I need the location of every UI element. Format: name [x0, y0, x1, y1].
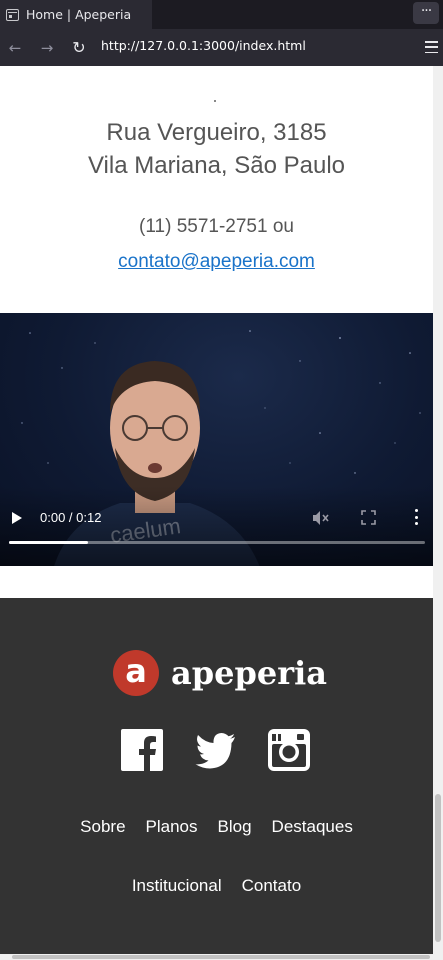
play-icon[interactable]	[10, 511, 24, 525]
video-progress-bar[interactable]	[9, 541, 425, 544]
vertical-scrollbar-thumb[interactable]	[435, 794, 441, 942]
address-block: Rua Vergueiro, 3185 Vila Mariana, São Pa…	[0, 116, 433, 182]
address-district: Vila Mariana, São Paulo	[87, 152, 346, 179]
more-options-icon[interactable]	[414, 509, 418, 525]
video-time: 0:00 / 0:12	[40, 510, 102, 525]
footer-link-institucional[interactable]: Institucional	[132, 876, 222, 896]
twitter-icon[interactable]	[194, 729, 236, 771]
footer-link-planos[interactable]: Planos	[146, 817, 198, 837]
logo-badge: a	[113, 650, 159, 696]
page-icon	[6, 8, 19, 21]
horizontal-scrollbar[interactable]	[0, 954, 443, 960]
phone-number: (11) 5571-2751 ou	[139, 216, 294, 237]
browser-tab[interactable]: Home | Apeperia	[0, 0, 152, 29]
reload-icon[interactable]: ↻	[66, 29, 92, 66]
url-bar[interactable]: http://127.0.0.1:3000/index.html	[101, 38, 306, 53]
video-controls-shade	[0, 486, 433, 566]
footer-menu-row2: Institucional Contato	[0, 876, 433, 896]
vertical-scrollbar[interactable]	[433, 66, 443, 954]
tab-overflow-menu-icon[interactable]: ···	[413, 2, 439, 24]
browser-tab-bar: Home | Apeperia ···	[0, 0, 443, 29]
video-player[interactable]: caelum 0:00 / 0:12	[0, 313, 433, 566]
email-link[interactable]: contato@apeperia.com	[0, 251, 433, 273]
site-footer: a apeperia Sobre Planos Blog Destaques I…	[0, 598, 433, 954]
fullscreen-icon[interactable]	[361, 510, 376, 525]
browser-nav-bar: ← → ↻ http://127.0.0.1:3000/index.html	[0, 29, 443, 66]
footer-menu-row1: Sobre Planos Blog Destaques	[0, 817, 433, 837]
instagram-icon[interactable]	[268, 729, 310, 771]
tab-title: Home | Apeperia	[26, 7, 132, 22]
footer-link-contato[interactable]: Contato	[242, 876, 302, 896]
footer-link-sobre[interactable]: Sobre	[80, 817, 125, 837]
footer-link-blog[interactable]: Blog	[218, 817, 252, 837]
logo-text: apeperia	[171, 654, 327, 692]
video-progress-fill	[9, 541, 89, 544]
facebook-icon[interactable]	[121, 729, 163, 771]
forward-arrow-icon[interactable]: →	[34, 29, 60, 66]
muted-volume-icon[interactable]	[312, 510, 330, 526]
page-viewport: Rua Vergueiro, 3185 Vila Mariana, São Pa…	[0, 66, 433, 954]
footer-link-destaques[interactable]: Destaques	[272, 817, 353, 837]
back-arrow-icon[interactable]: ←	[2, 29, 28, 66]
apeperia-logo[interactable]: a apeperia	[113, 650, 327, 696]
hamburger-menu-icon[interactable]	[425, 41, 438, 53]
address-street: Rua Vergueiro, 3185	[106, 119, 327, 146]
divider-dot	[214, 100, 216, 102]
horizontal-scrollbar-thumb[interactable]	[12, 955, 430, 959]
